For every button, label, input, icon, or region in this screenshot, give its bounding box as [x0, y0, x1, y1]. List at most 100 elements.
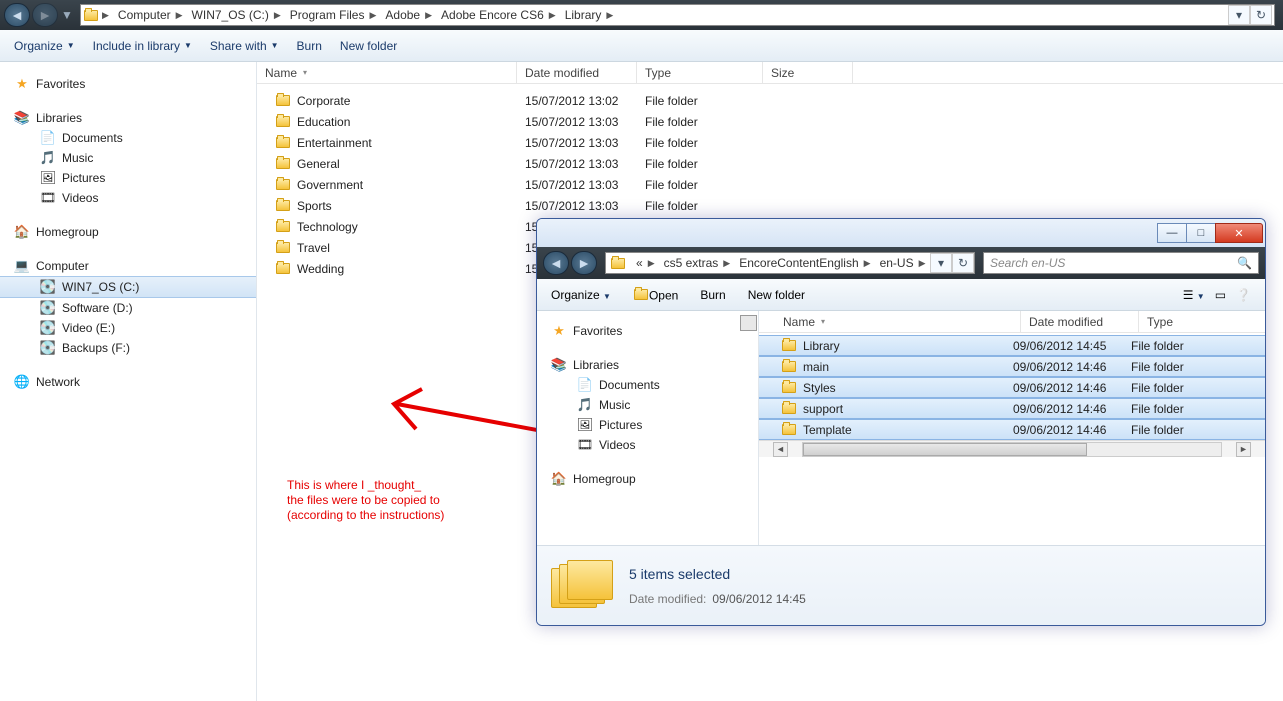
folder-icon: [781, 401, 797, 417]
file-row[interactable]: Government15/07/2012 13:03File folder: [257, 174, 1283, 195]
view-options-button[interactable]: ☰ ▼: [1183, 288, 1205, 302]
window-titlebar[interactable]: — □ ✕: [537, 219, 1265, 247]
libraries-group[interactable]: 📚Libraries: [0, 108, 256, 128]
help-button[interactable]: ❔: [1236, 288, 1251, 302]
crumb-drive[interactable]: WIN7_OS (C:): [186, 8, 271, 22]
chevron-right-icon[interactable]: ▶: [366, 10, 379, 21]
col-type[interactable]: Type: [637, 62, 763, 83]
nav-documents[interactable]: 📄Documents: [537, 375, 758, 395]
address-bar[interactable]: «▶ cs5 extras▶ EncoreContentEnglish▶ en-…: [605, 252, 975, 274]
refresh-button[interactable]: ↻: [952, 253, 974, 273]
favorites-group[interactable]: ★Favorites: [537, 321, 758, 341]
chevron-right-icon[interactable]: ▶: [720, 258, 733, 269]
nav-drive-d[interactable]: 💽Software (D:): [0, 298, 256, 318]
crumb-adobe[interactable]: Adobe: [379, 8, 422, 22]
history-dropdown[interactable]: ▼: [60, 8, 74, 22]
file-row[interactable]: Education15/07/2012 13:03File folder: [257, 111, 1283, 132]
nav-music[interactable]: 🎵Music: [537, 395, 758, 415]
file-name: Sports: [297, 199, 332, 213]
crumb-library[interactable]: Library: [559, 8, 604, 22]
new-folder-button[interactable]: New folder: [748, 288, 805, 302]
scroll-left-button[interactable]: ◄: [773, 442, 788, 457]
crumb-cs5extras[interactable]: cs5 extras: [658, 256, 721, 270]
include-in-library-button[interactable]: Include in library ▼: [93, 39, 192, 53]
chevron-right-icon[interactable]: ▶: [271, 10, 284, 21]
minimize-button[interactable]: —: [1157, 223, 1187, 243]
organize-button[interactable]: Organize ▼: [551, 288, 611, 302]
nav-drive-f[interactable]: 💽Backups (F:): [0, 338, 256, 358]
forward-button[interactable]: ►: [571, 251, 597, 275]
file-row[interactable]: Entertainment15/07/2012 13:03File folder: [257, 132, 1283, 153]
nav-music[interactable]: 🎵Music: [0, 148, 256, 168]
col-type[interactable]: Type: [1139, 311, 1265, 332]
nav-videos[interactable]: 🎞Videos: [537, 435, 758, 455]
crumb-encore[interactable]: Adobe Encore CS6: [435, 8, 546, 22]
crumb-computer[interactable]: Computer: [112, 8, 173, 22]
file-row[interactable]: support09/06/2012 14:46File folder: [759, 398, 1265, 419]
chevron-right-icon[interactable]: ▶: [546, 10, 559, 21]
address-dropdown-button[interactable]: ▾: [1228, 5, 1250, 25]
new-folder-button[interactable]: New folder: [340, 39, 397, 53]
col-name[interactable]: Name▾: [257, 62, 517, 83]
file-row[interactable]: Library09/06/2012 14:45File folder: [759, 335, 1265, 356]
file-type: File folder: [637, 178, 763, 192]
file-row[interactable]: Corporate15/07/2012 13:02File folder: [257, 90, 1283, 111]
drive-icon: 💽: [40, 320, 56, 336]
win2-file-list: Name▾ Date modified Type Library09/06/20…: [759, 311, 1265, 545]
forward-button[interactable]: ►: [32, 3, 58, 27]
chevron-right-icon[interactable]: ▶: [99, 10, 112, 21]
chevron-right-icon[interactable]: ▶: [603, 10, 616, 21]
chevron-right-icon[interactable]: ▶: [861, 258, 874, 269]
crumb-program-files[interactable]: Program Files: [284, 8, 367, 22]
file-row[interactable]: Styles09/06/2012 14:46File folder: [759, 377, 1265, 398]
network-item[interactable]: 🌐Network: [0, 372, 256, 392]
col-size[interactable]: Size: [763, 62, 853, 83]
search-box[interactable]: Search en-US 🔍: [983, 252, 1259, 274]
file-row[interactable]: main09/06/2012 14:46File folder: [759, 356, 1265, 377]
date-modified-label: Date modified:: [629, 592, 706, 606]
nav-pictures[interactable]: 🖼Pictures: [537, 415, 758, 435]
back-button[interactable]: ◄: [4, 3, 30, 27]
maximize-button[interactable]: □: [1186, 223, 1216, 243]
file-row[interactable]: Sports15/07/2012 13:03File folder: [257, 195, 1283, 216]
col-date[interactable]: Date modified: [517, 62, 637, 83]
horizontal-scrollbar[interactable]: ◄ ►: [759, 440, 1265, 457]
organize-button[interactable]: Organize ▼: [14, 39, 75, 53]
scrollbar-track[interactable]: [802, 442, 1222, 457]
file-date: 09/06/2012 14:46: [1005, 423, 1123, 437]
refresh-button[interactable]: ↻: [1250, 5, 1272, 25]
nav-pictures[interactable]: 🖼Pictures: [0, 168, 256, 188]
scrollbar-thumb[interactable]: [803, 443, 1087, 456]
scroll-right-button[interactable]: ►: [1236, 442, 1251, 457]
nav-videos[interactable]: 🎞Videos: [0, 188, 256, 208]
close-button[interactable]: ✕: [1215, 223, 1263, 243]
homegroup-item[interactable]: 🏠Homegroup: [0, 222, 256, 242]
nav-documents[interactable]: 📄Documents: [0, 128, 256, 148]
chevron-right-icon[interactable]: ▶: [173, 10, 186, 21]
burn-button[interactable]: Burn: [700, 288, 725, 302]
open-button[interactable]: Open: [633, 286, 678, 303]
crumb-encorecontent[interactable]: EncoreContentEnglish: [733, 256, 860, 270]
col-date[interactable]: Date modified: [1021, 311, 1139, 332]
file-name: Wedding: [297, 262, 344, 276]
file-row[interactable]: Template09/06/2012 14:46File folder: [759, 419, 1265, 440]
file-row[interactable]: General15/07/2012 13:03File folder: [257, 153, 1283, 174]
back-button[interactable]: ◄: [543, 251, 569, 275]
chevron-right-icon[interactable]: ▶: [422, 10, 435, 21]
col-name[interactable]: Name▾: [775, 311, 1021, 332]
nav-drive-c[interactable]: 💽WIN7_OS (C:): [0, 276, 256, 298]
crumb-overflow[interactable]: «: [630, 256, 645, 270]
address-bar[interactable]: ▶ Computer▶ WIN7_OS (C:)▶ Program Files▶…: [80, 4, 1275, 26]
libraries-group[interactable]: 📚Libraries: [537, 355, 758, 375]
chevron-right-icon[interactable]: ▶: [645, 258, 658, 269]
chevron-right-icon[interactable]: ▶: [916, 258, 929, 269]
share-with-button[interactable]: Share with ▼: [210, 39, 279, 53]
address-dropdown-button[interactable]: ▾: [930, 253, 952, 273]
homegroup-item[interactable]: 🏠Homegroup: [537, 469, 758, 489]
preview-pane-button[interactable]: ▭: [1215, 288, 1226, 302]
favorites-group[interactable]: ★Favorites: [0, 74, 256, 94]
burn-button[interactable]: Burn: [297, 39, 322, 53]
nav-drive-e[interactable]: 💽Video (E:): [0, 318, 256, 338]
crumb-enus[interactable]: en-US: [874, 256, 916, 270]
computer-group[interactable]: 💻Computer: [0, 256, 256, 276]
